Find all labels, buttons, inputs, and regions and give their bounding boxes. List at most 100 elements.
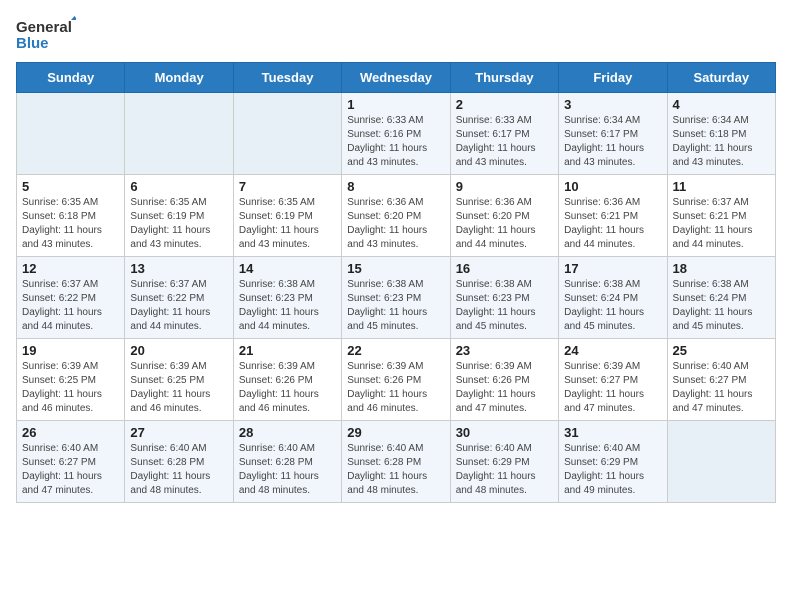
logo-svg: General Blue (16, 16, 76, 52)
svg-text:Blue: Blue (16, 35, 49, 52)
day-info: Sunrise: 6:38 AM Sunset: 6:23 PM Dayligh… (347, 278, 444, 334)
calendar-cell: 20 Sunrise: 6:39 AM Sunset: 6:25 PM Dayli… (125, 339, 233, 421)
day-info: Sunrise: 6:38 AM Sunset: 6:23 PM Dayligh… (456, 278, 553, 334)
calendar-cell (233, 93, 341, 175)
day-info: Sunrise: 6:34 AM Sunset: 6:17 PM Dayligh… (564, 114, 661, 170)
day-number: 14 (239, 261, 336, 276)
day-number: 10 (564, 179, 661, 194)
calendar-cell: 9Sunrise: 6:36 AM Sunset: 6:20 PM Daylig… (450, 175, 558, 257)
day-number: 23 (456, 343, 553, 358)
day-number: 16 (456, 261, 553, 276)
day-number: 22 (347, 343, 444, 358)
day-number: 13 (130, 261, 227, 276)
weekday-header-row: SundayMondayTuesdayWednesdayThursdayFrid… (17, 63, 776, 93)
calendar-cell: 6 Sunrise: 6:35 AM Sunset: 6:19 PM Daylig… (125, 175, 233, 257)
calendar-cell (17, 93, 125, 175)
day-info: Sunrise: 6:39 AM Sunset: 6:27 PM Dayligh… (564, 360, 661, 416)
weekday-header-sunday: Sunday (17, 63, 125, 93)
day-info: Sunrise: 6:40 AM Sunset: 6:29 PM Dayligh… (564, 442, 661, 498)
day-number: 26 (22, 425, 119, 440)
calendar-cell: 3 Sunrise: 6:34 AM Sunset: 6:17 PM Daylig… (559, 93, 667, 175)
day-info: Sunrise: 6:40 AM Sunset: 6:28 PM Dayligh… (239, 442, 336, 498)
day-info: Sunrise: 6:38 AM Sunset: 6:24 PM Dayligh… (673, 278, 770, 334)
day-info: Sunrise: 6:39 AM Sunset: 6:25 PM Dayligh… (22, 360, 119, 416)
calendar-cell: 16 Sunrise: 6:38 AM Sunset: 6:23 PM Dayli… (450, 257, 558, 339)
day-info: Sunrise: 6:40 AM Sunset: 6:28 PM Dayligh… (347, 442, 444, 498)
day-info: Sunrise: 6:35 AM Sunset: 6:18 PM Dayligh… (22, 196, 119, 252)
day-info: Sunrise: 6:33 AM Sunset: 6:17 PM Dayligh… (456, 114, 553, 170)
calendar-cell: 10 Sunrise: 6:36 AM Sunset: 6:21 PM Dayli… (559, 175, 667, 257)
day-info: Sunrise: 6:35 AM Sunset: 6:19 PM Dayligh… (130, 196, 227, 252)
day-number: 31 (564, 425, 661, 440)
calendar-table: SundayMondayTuesdayWednesdayThursdayFrid… (16, 62, 776, 503)
calendar-week-row: 12 Sunrise: 6:37 AM Sunset: 6:22 PM Dayli… (17, 257, 776, 339)
day-info: Sunrise: 6:36 AM Sunset: 6:21 PM Dayligh… (564, 196, 661, 252)
calendar-cell: 28 Sunrise: 6:40 AM Sunset: 6:28 PM Dayli… (233, 421, 341, 503)
calendar-cell: 19Sunrise: 6:39 AM Sunset: 6:25 PM Dayli… (17, 339, 125, 421)
calendar-cell: 29Sunrise: 6:40 AM Sunset: 6:28 PM Dayli… (342, 421, 450, 503)
day-info: Sunrise: 6:40 AM Sunset: 6:28 PM Dayligh… (130, 442, 227, 498)
calendar-cell: 2 Sunrise: 6:33 AM Sunset: 6:17 PM Daylig… (450, 93, 558, 175)
calendar-cell: 5 Sunrise: 6:35 AM Sunset: 6:18 PM Daylig… (17, 175, 125, 257)
calendar-cell (125, 93, 233, 175)
calendar-cell: 21Sunrise: 6:39 AM Sunset: 6:26 PM Dayli… (233, 339, 341, 421)
calendar-cell: 26 Sunrise: 6:40 AM Sunset: 6:27 PM Dayli… (17, 421, 125, 503)
calendar-cell (667, 421, 775, 503)
calendar-cell: 22 Sunrise: 6:39 AM Sunset: 6:26 PM Dayli… (342, 339, 450, 421)
day-number: 2 (456, 97, 553, 112)
calendar-cell: 7Sunrise: 6:35 AM Sunset: 6:19 PM Daylig… (233, 175, 341, 257)
calendar-cell: 12Sunrise: 6:37 AM Sunset: 6:22 PM Dayli… (17, 257, 125, 339)
day-info: Sunrise: 6:37 AM Sunset: 6:21 PM Dayligh… (673, 196, 770, 252)
day-number: 18 (673, 261, 770, 276)
calendar-cell: 15 Sunrise: 6:38 AM Sunset: 6:23 PM Dayli… (342, 257, 450, 339)
day-number: 28 (239, 425, 336, 440)
day-info: Sunrise: 6:40 AM Sunset: 6:29 PM Dayligh… (456, 442, 553, 498)
day-number: 5 (22, 179, 119, 194)
day-number: 11 (673, 179, 770, 194)
calendar-cell: 18 Sunrise: 6:38 AM Sunset: 6:24 PM Dayli… (667, 257, 775, 339)
day-info: Sunrise: 6:39 AM Sunset: 6:26 PM Dayligh… (347, 360, 444, 416)
weekday-header-thursday: Thursday (450, 63, 558, 93)
day-info: Sunrise: 6:38 AM Sunset: 6:24 PM Dayligh… (564, 278, 661, 334)
day-number: 1 (347, 97, 444, 112)
day-number: 15 (347, 261, 444, 276)
calendar-cell: 25Sunrise: 6:40 AM Sunset: 6:27 PM Dayli… (667, 339, 775, 421)
weekday-header-saturday: Saturday (667, 63, 775, 93)
day-number: 3 (564, 97, 661, 112)
day-number: 27 (130, 425, 227, 440)
weekday-header-monday: Monday (125, 63, 233, 93)
day-number: 9 (456, 179, 553, 194)
day-number: 30 (456, 425, 553, 440)
calendar-cell: 17 Sunrise: 6:38 AM Sunset: 6:24 PM Dayli… (559, 257, 667, 339)
day-number: 25 (673, 343, 770, 358)
logo: General Blue (16, 16, 76, 52)
calendar-week-row: 5 Sunrise: 6:35 AM Sunset: 6:18 PM Daylig… (17, 175, 776, 257)
weekday-header-wednesday: Wednesday (342, 63, 450, 93)
calendar-cell: 1 Sunrise: 6:33 AM Sunset: 6:16 PM Daylig… (342, 93, 450, 175)
day-info: Sunrise: 6:38 AM Sunset: 6:23 PM Dayligh… (239, 278, 336, 334)
calendar-cell: 27 Sunrise: 6:40 AM Sunset: 6:28 PM Dayli… (125, 421, 233, 503)
day-number: 12 (22, 261, 119, 276)
day-info: Sunrise: 6:40 AM Sunset: 6:27 PM Dayligh… (22, 442, 119, 498)
day-number: 7 (239, 179, 336, 194)
day-info: Sunrise: 6:34 AM Sunset: 6:18 PM Dayligh… (673, 114, 770, 170)
calendar-cell: 14 Sunrise: 6:38 AM Sunset: 6:23 PM Dayli… (233, 257, 341, 339)
weekday-header-tuesday: Tuesday (233, 63, 341, 93)
calendar-cell: 13 Sunrise: 6:37 AM Sunset: 6:22 PM Dayli… (125, 257, 233, 339)
day-number: 21 (239, 343, 336, 358)
day-number: 20 (130, 343, 227, 358)
weekday-header-friday: Friday (559, 63, 667, 93)
day-info: Sunrise: 6:33 AM Sunset: 6:16 PM Dayligh… (347, 114, 444, 170)
day-info: Sunrise: 6:39 AM Sunset: 6:25 PM Dayligh… (130, 360, 227, 416)
calendar-week-row: 1 Sunrise: 6:33 AM Sunset: 6:16 PM Daylig… (17, 93, 776, 175)
calendar-week-row: 26 Sunrise: 6:40 AM Sunset: 6:27 PM Dayli… (17, 421, 776, 503)
svg-text:General: General (16, 19, 72, 36)
calendar-cell: 4Sunrise: 6:34 AM Sunset: 6:18 PM Daylig… (667, 93, 775, 175)
day-number: 17 (564, 261, 661, 276)
day-info: Sunrise: 6:37 AM Sunset: 6:22 PM Dayligh… (130, 278, 227, 334)
calendar-week-row: 19Sunrise: 6:39 AM Sunset: 6:25 PM Dayli… (17, 339, 776, 421)
page-header: General Blue (16, 16, 776, 52)
day-info: Sunrise: 6:39 AM Sunset: 6:26 PM Dayligh… (456, 360, 553, 416)
calendar-cell: 31 Sunrise: 6:40 AM Sunset: 6:29 PM Dayli… (559, 421, 667, 503)
day-number: 6 (130, 179, 227, 194)
